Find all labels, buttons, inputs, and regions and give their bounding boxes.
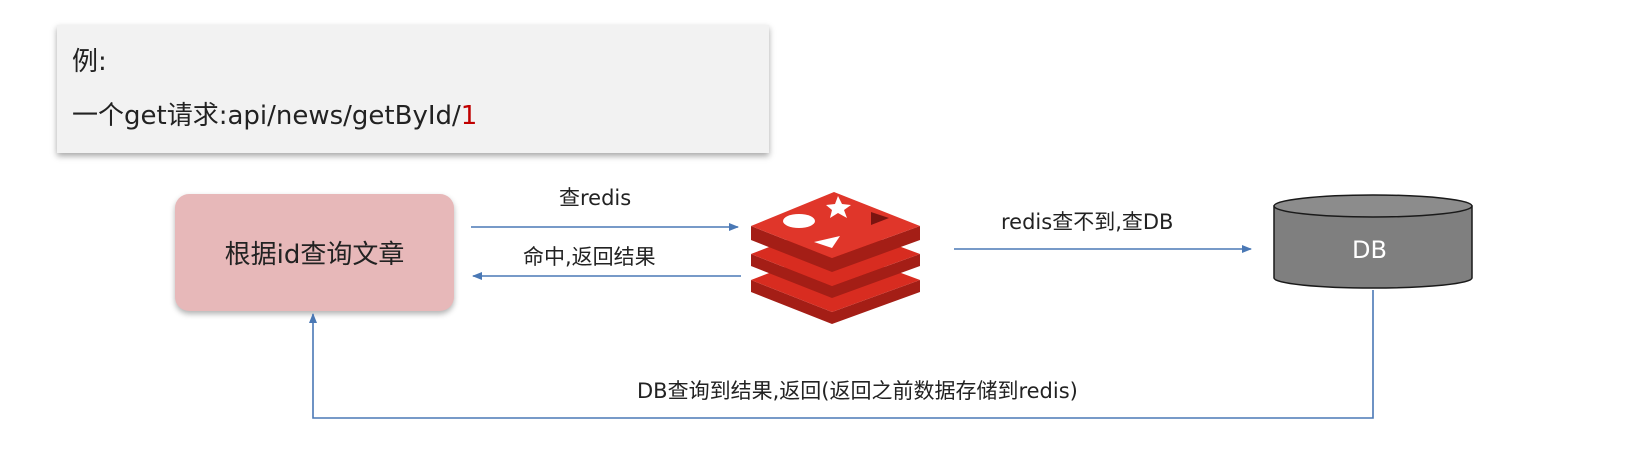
edge-label-query-redis: 查redis	[559, 186, 632, 210]
edge-label-hit-return: 命中,返回结果	[523, 245, 656, 269]
edge-label-db-return: DB查询到结果,返回(返回之前数据存储到redis)	[637, 379, 1078, 403]
redis-icon	[751, 192, 920, 324]
edge-label-redis-db: redis查不到,查DB	[1001, 210, 1174, 234]
db-label: DB	[1352, 236, 1387, 264]
